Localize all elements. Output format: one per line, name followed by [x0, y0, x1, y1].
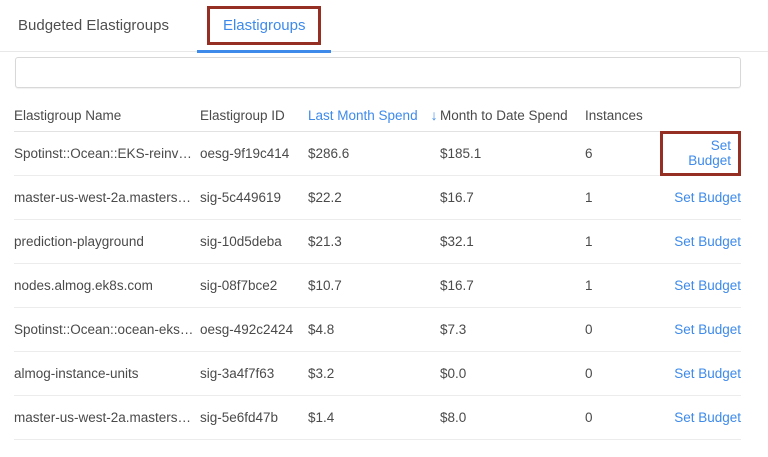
cell-instances: 0: [585, 366, 660, 381]
cell-instances: 0: [585, 322, 660, 337]
cell-elastigroup-id: sig-5e6fd47b: [200, 410, 308, 425]
cell-month-to-date-spend: $0.0: [440, 366, 585, 381]
cell-last-month-spend: $10.7: [308, 278, 440, 293]
cell-elastigroup-id: sig-10d5deba: [200, 234, 308, 249]
sort-descending-icon[interactable]: ↓: [431, 107, 438, 123]
cell-last-month-spend: $286.6: [308, 146, 440, 161]
cell-instances: 1: [585, 278, 660, 293]
elastigroups-table: Elastigroup Name Elastigroup ID Last Mon…: [14, 99, 741, 440]
header-label: Last Month Spend: [308, 108, 418, 123]
cell-last-month-spend: $4.8: [308, 322, 440, 337]
annotation-box-tab: Elastigroups: [207, 6, 322, 45]
annotation-box-set-budget: Set Budget: [660, 131, 741, 176]
cell-last-month-spend: $22.2: [308, 190, 440, 205]
cell-elastigroup-id: oesg-492c2424: [200, 322, 308, 337]
cell-elastigroup-name: nodes.almog.ek8s.com: [14, 278, 200, 293]
cell-elastigroup-id: oesg-9f19c414: [200, 146, 308, 161]
cell-month-to-date-spend: $7.3: [440, 322, 585, 337]
set-budget-link[interactable]: Set Budget: [674, 366, 741, 381]
cell-elastigroup-name: almog-instance-units: [14, 366, 200, 381]
cell-elastigroup-name: Spotinst::Ocean::ocean-eks…: [14, 322, 200, 337]
set-budget-link[interactable]: Set Budget: [674, 410, 741, 425]
cell-elastigroup-name: master-us-west-2a.masters…: [14, 190, 200, 205]
set-budget-link[interactable]: Set Budget: [674, 190, 741, 205]
cell-elastigroup-id: sig-5c449619: [200, 190, 308, 205]
header-instances[interactable]: Instances: [585, 108, 660, 123]
cell-last-month-spend: $3.2: [308, 366, 440, 381]
cell-month-to-date-spend: $32.1: [440, 234, 585, 249]
set-budget-link[interactable]: Set Budget: [674, 234, 741, 249]
cell-elastigroup-name: prediction-playground: [14, 234, 200, 249]
cell-last-month-spend: $21.3: [308, 234, 440, 249]
cell-instances: 1: [585, 190, 660, 205]
tab-label: Elastigroups: [223, 17, 306, 34]
tab-elastigroups[interactable]: Elastigroups: [197, 0, 332, 51]
cell-month-to-date-spend: $8.0: [440, 410, 585, 425]
cell-month-to-date-spend: $185.1: [440, 146, 585, 161]
cell-elastigroup-id: sig-08f7bce2: [200, 278, 308, 293]
header-month-to-date-spend[interactable]: Month to Date Spend: [440, 108, 585, 123]
header-last-month-spend[interactable]: Last Month Spend ↓: [308, 107, 440, 123]
header-elastigroup-name[interactable]: Elastigroup Name: [14, 108, 200, 123]
cell-month-to-date-spend: $16.7: [440, 278, 585, 293]
table-row: almog-instance-units sig-3a4f7f63 $3.2 $…: [14, 352, 741, 396]
cell-instances: 1: [585, 234, 660, 249]
filter-input[interactable]: [15, 57, 741, 88]
cell-instances: 6: [585, 146, 660, 161]
tab-label: Budgeted Elastigroups: [18, 17, 169, 34]
cell-elastigroup-name: master-us-west-2a.masters…: [14, 410, 200, 425]
active-tab-underline: [197, 50, 332, 53]
header-elastigroup-id[interactable]: Elastigroup ID: [200, 108, 308, 123]
table-row: nodes.almog.ek8s.com sig-08f7bce2 $10.7 …: [14, 264, 741, 308]
table-row: Spotinst::Ocean::EKS-reinv… oesg-9f19c41…: [14, 132, 741, 176]
cell-elastigroup-id: sig-3a4f7f63: [200, 366, 308, 381]
table-header-row: Elastigroup Name Elastigroup ID Last Mon…: [14, 99, 741, 132]
filter-bar: [0, 52, 768, 88]
cell-last-month-spend: $1.4: [308, 410, 440, 425]
table-row: prediction-playground sig-10d5deba $21.3…: [14, 220, 741, 264]
table-row: master-us-west-2a.masters… sig-5c449619 …: [14, 176, 741, 220]
cell-elastigroup-name: Spotinst::Ocean::EKS-reinv…: [14, 146, 200, 161]
set-budget-link[interactable]: Set Budget: [674, 322, 741, 337]
table-row: Spotinst::Ocean::ocean-eks… oesg-492c242…: [14, 308, 741, 352]
set-budget-link[interactable]: Set Budget: [674, 278, 741, 293]
tab-bar: Budgeted Elastigroups Elastigroups: [0, 0, 768, 52]
table-row: master-us-west-2a.masters… sig-5e6fd47b …: [14, 396, 741, 440]
cell-instances: 0: [585, 410, 660, 425]
set-budget-link[interactable]: Set Budget: [688, 138, 731, 168]
cell-month-to-date-spend: $16.7: [440, 190, 585, 205]
tab-budgeted-elastigroups[interactable]: Budgeted Elastigroups: [18, 0, 169, 51]
